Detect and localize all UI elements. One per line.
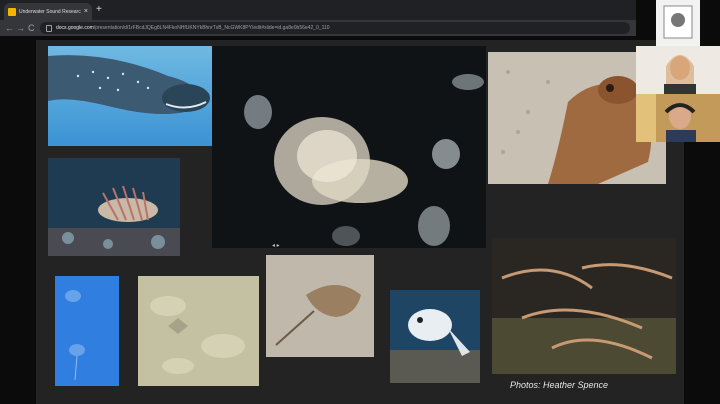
photo-horseshoe-crab [266, 255, 374, 357]
browser-tab[interactable]: Underwater Sound Research Mi × [4, 3, 92, 20]
tab-title: Underwater Sound Research Mi [19, 8, 81, 15]
participant-tile-1[interactable] [656, 0, 700, 46]
back-icon[interactable]: ← [5, 21, 14, 35]
lock-icon [46, 24, 52, 32]
tab-bar: Underwater Sound Research Mi × + [0, 0, 636, 20]
photo-small-jellyfish [55, 276, 119, 386]
forward-icon[interactable]: → [16, 21, 25, 35]
photo-credit: Photos: Heather Spence [510, 380, 609, 390]
participant-tile-3[interactable] [636, 94, 720, 142]
participant-tile-2[interactable] [636, 46, 720, 94]
photo-spiny-lobsters [492, 238, 676, 374]
browser-toolbar: ← → C docs.google.com /presentation/d/1r… [0, 20, 636, 36]
photo-jellyfish [212, 46, 486, 248]
address-bar[interactable]: docs.google.com /presentation/d/1rFBcdJQ… [40, 22, 630, 34]
slides-favicon-icon [8, 7, 16, 16]
photo-whale-shark [48, 46, 230, 146]
photo-lionfish [48, 158, 180, 256]
tab-close-icon[interactable]: × [84, 8, 88, 15]
url-path: /presentation/d/1rFBcdJQEg8LN4FkoNHfUKNY… [93, 25, 330, 31]
photo-stingray-in-sand [138, 276, 259, 386]
slide-nav-indicator[interactable]: ◂ ▸ [272, 242, 280, 249]
reload-icon[interactable]: C [28, 21, 35, 35]
photo-pufferfish [390, 290, 480, 383]
url-host: docs.google.com [56, 25, 94, 31]
new-tab-button[interactable]: + [96, 4, 102, 16]
